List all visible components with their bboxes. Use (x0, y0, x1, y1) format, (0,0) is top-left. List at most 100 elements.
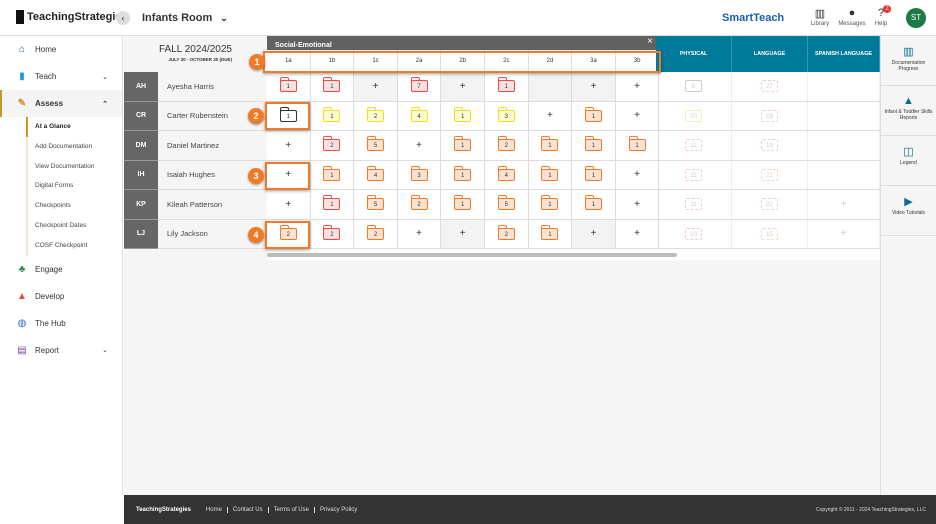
sidebar-item-the-hub[interactable]: ◍ The Hub (0, 310, 122, 337)
score-cell[interactable]: + (615, 72, 660, 102)
score-cell[interactable] (528, 72, 573, 102)
score-cell[interactable] (808, 72, 880, 102)
score-cell[interactable]: 4 (485, 160, 529, 190)
folder-icon[interactable]: 1 (279, 77, 297, 93)
score-cell[interactable]: 5 (354, 131, 398, 161)
submenu-item-add-documentation[interactable]: Add Documentation (35, 137, 122, 157)
score-cell[interactable]: 19 (732, 131, 808, 161)
folder-icon[interactable]: 15 (761, 227, 778, 240)
messages-button[interactable]: ● Messages (837, 7, 867, 27)
folder-icon[interactable]: 1 (584, 136, 602, 152)
submenu-item-cosf-checkpoint[interactable]: COSF Checkpoint (35, 236, 122, 256)
folder-icon[interactable]: 1 (584, 195, 602, 211)
folder-icon[interactable]: 11 (685, 168, 702, 181)
score-cell[interactable]: 10 (656, 219, 732, 249)
score-cell[interactable]: 2 (397, 190, 442, 220)
score-cell[interactable]: + (528, 101, 573, 131)
close-icon[interactable]: × (647, 37, 653, 47)
folder-icon[interactable]: 1 (541, 165, 559, 181)
folder-icon[interactable]: 1 (454, 106, 472, 122)
collapse-sidebar-button[interactable]: ‹ (116, 11, 130, 25)
score-cell[interactable]: + (441, 219, 485, 249)
folder-icon[interactable]: 2 (410, 195, 428, 211)
folder-icon[interactable]: 1 (497, 77, 515, 93)
score-cell[interactable]: + (615, 219, 660, 249)
folder-icon[interactable]: 2 (366, 224, 384, 240)
add-icon[interactable]: + (634, 81, 640, 92)
score-cell[interactable]: 5 (354, 190, 398, 220)
folder-icon[interactable]: 19 (761, 139, 778, 152)
folder-icon[interactable]: 21 (761, 168, 778, 181)
sidebar-item-home[interactable]: ⌂ Home (0, 36, 122, 63)
sidebar-item-report[interactable]: ▤ Report ⌄ (0, 337, 122, 364)
domain-header-spanish-language[interactable]: SPANISH LANGUAGE (808, 36, 880, 72)
score-cell[interactable]: 1 (310, 190, 355, 220)
score-cell[interactable]: + (808, 190, 880, 220)
add-icon[interactable]: + (416, 228, 422, 239)
score-cell[interactable]: + (397, 131, 442, 161)
right-panel-legend[interactable]: ◫ Legend (881, 136, 936, 186)
score-cell[interactable]: 1 (441, 101, 485, 131)
score-cell[interactable]: 1 (528, 190, 573, 220)
folder-icon[interactable]: 2 (497, 136, 515, 152)
score-cell[interactable]: 5 (485, 190, 529, 220)
sidebar-item-assess[interactable]: ✎ Assess ⌃ (0, 90, 122, 117)
right-panel-video-tutorials[interactable]: ▶ Video Tutorials (881, 186, 936, 236)
score-cell[interactable]: 7 (397, 72, 442, 102)
user-avatar[interactable]: ST (906, 8, 926, 28)
submenu-item-checkpoints[interactable]: Checkpoints (35, 196, 122, 216)
folder-icon[interactable]: 10 (685, 227, 702, 240)
score-cell[interactable]: 1 (572, 131, 616, 161)
score-cell[interactable]: + (354, 72, 398, 102)
classroom-selector[interactable]: Infants Room ⌄ (142, 12, 228, 24)
score-cell[interactable]: 3 (485, 101, 529, 131)
score-cell[interactable]: 1 (267, 72, 311, 102)
folder-icon[interactable]: 22 (761, 198, 778, 211)
folder-icon[interactable]: 1 (454, 165, 472, 181)
footer-link-terms-of-use[interactable]: Terms of Use (267, 506, 314, 513)
score-cell[interactable]: + (441, 72, 485, 102)
folder-icon[interactable]: 1 (454, 195, 472, 211)
score-cell[interactable]: 3 (397, 160, 442, 190)
score-cell[interactable]: 1 (441, 190, 485, 220)
score-cell[interactable]: 2 (485, 219, 529, 249)
folder-icon[interactable]: 8 (685, 80, 702, 93)
score-cell[interactable]: 1 (572, 190, 616, 220)
score-cell[interactable]: + (572, 219, 616, 249)
score-cell[interactable]: 11 (656, 160, 732, 190)
folder-icon[interactable]: 1 (323, 195, 341, 211)
folder-icon[interactable]: 1 (454, 136, 472, 152)
add-icon[interactable]: + (547, 110, 553, 121)
folder-icon[interactable]: 4 (497, 165, 515, 181)
add-icon[interactable]: + (416, 140, 422, 151)
chevron-icon[interactable]: ⌄ (102, 73, 108, 81)
folder-icon[interactable]: 1 (323, 106, 341, 122)
folder-icon[interactable]: 4 (410, 106, 428, 122)
submenu-item-at-a-glance[interactable]: At a Glance (26, 117, 122, 137)
score-cell[interactable]: 11 (656, 190, 732, 220)
score-cell[interactable]: 1 (528, 160, 573, 190)
score-cell[interactable]: 1 (310, 101, 355, 131)
right-panel-documentation-progress[interactable]: ▥ Documentation Progress (881, 36, 936, 86)
folder-icon[interactable]: 1 (628, 136, 646, 152)
folder-icon[interactable]: 2 (497, 224, 515, 240)
add-icon[interactable]: + (373, 81, 379, 92)
score-cell[interactable]: + (615, 101, 660, 131)
add-icon[interactable]: + (460, 228, 466, 239)
folder-icon[interactable]: 1 (541, 136, 559, 152)
score-cell[interactable] (808, 101, 880, 131)
score-cell[interactable] (808, 160, 880, 190)
score-cell[interactable]: + (267, 131, 311, 161)
score-cell[interactable]: 2 (354, 219, 398, 249)
score-cell[interactable]: 1 (615, 131, 660, 161)
add-icon[interactable]: + (460, 81, 466, 92)
footer-link-privacy-policy[interactable]: Privacy Policy (313, 506, 363, 513)
folder-icon[interactable]: 1 (541, 224, 559, 240)
folder-icon[interactable]: 2 (323, 136, 341, 152)
folder-icon[interactable]: 3 (497, 106, 515, 122)
score-cell[interactable]: 2 (354, 101, 398, 131)
add-icon[interactable]: + (634, 110, 640, 121)
score-cell[interactable]: 1 (441, 131, 485, 161)
folder-icon[interactable]: 1 (323, 77, 341, 93)
submenu-item-digital-forms[interactable]: Digital Forms (35, 176, 122, 196)
